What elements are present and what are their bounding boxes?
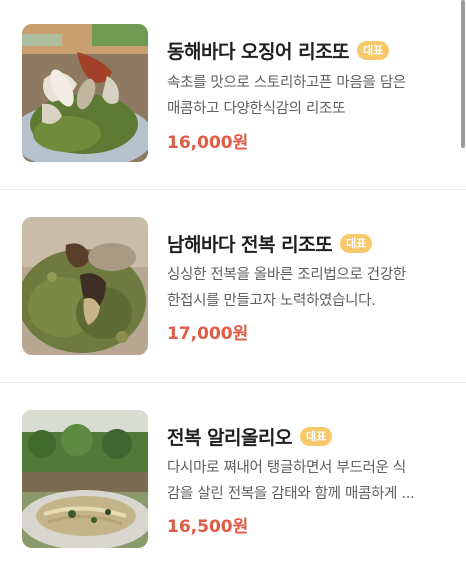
menu-item-price: 16,500원 xyxy=(167,517,249,537)
menu-item-description-line: 감을 살린 전복을 감태와 함께 매콤하게 ... xyxy=(167,486,415,502)
menu-item-description-line: 싱싱한 전복을 올바른 조리법으로 건강한 xyxy=(167,267,406,283)
menu-item-price: 16,000원 xyxy=(167,133,249,153)
menu-item-name-row: 전복 알리올리오 대표 xyxy=(167,421,333,451)
menu-item-name-row: 동해바다 오징어 리조또 대표 xyxy=(167,35,390,65)
representative-badge: 대표 xyxy=(340,233,373,253)
menu-item[interactable]: 동해바다 오징어 리조또 대표 속초를 맛으로 스토리하고픈 마음을 담은 매콤… xyxy=(0,0,466,189)
scrollbar[interactable] xyxy=(461,0,465,148)
menu-item-description-line: 매콤하고 다양한식감의 리조또 xyxy=(167,101,346,117)
menu-item-name-row: 남해바다 전복 리조또 대표 xyxy=(167,228,373,258)
menu-item-price: 17,000원 xyxy=(167,324,249,344)
menu-item[interactable]: 전복 알리올리오 대표 다시마로 쪄내어 탱글하면서 부드러운 식 감을 살린 … xyxy=(0,383,466,574)
menu-item-name: 동해바다 오징어 리조또 xyxy=(167,40,350,63)
menu-item-photo[interactable] xyxy=(22,410,148,548)
menu-item-description-line: 다시마로 쪄내어 탱글하면서 부드러운 식 xyxy=(167,460,406,476)
menu-item-photo[interactable] xyxy=(22,24,148,162)
menu-item-description-line: 한접시를 만들고자 노력하였습니다. xyxy=(167,293,376,309)
representative-badge: 대표 xyxy=(357,40,390,60)
menu-item[interactable]: 남해바다 전복 리조또 대표 싱싱한 전복을 올바른 조리법으로 건강한 한접시… xyxy=(0,190,466,382)
menu-item-description-line: 속초를 맛으로 스토리하고픈 마음을 담은 xyxy=(167,75,406,91)
menu-item-name: 전복 알리올리오 xyxy=(167,426,292,449)
menu-item-name: 남해바다 전복 리조또 xyxy=(167,233,333,256)
representative-badge: 대표 xyxy=(299,426,333,446)
menu-item-photo[interactable] xyxy=(22,217,148,355)
menu-list: 동해바다 오징어 리조또 대표 속초를 맛으로 스토리하고픈 마음을 담은 매콤… xyxy=(0,0,466,574)
